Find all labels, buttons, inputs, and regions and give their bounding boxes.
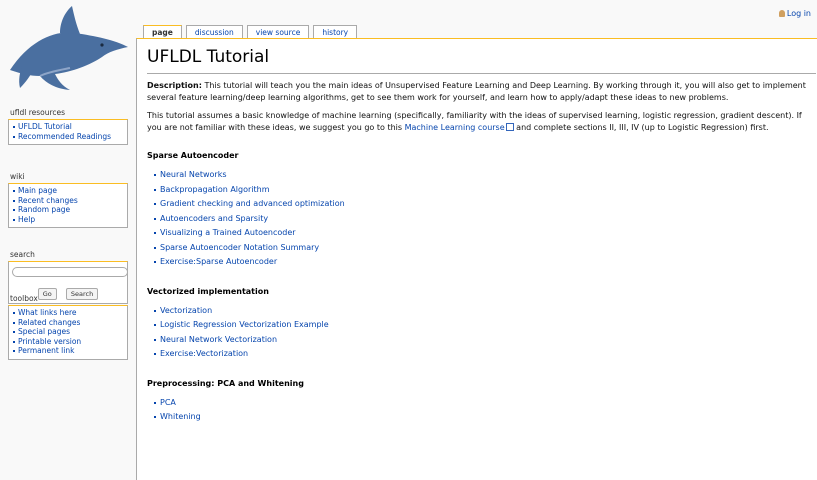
section-heading: Preprocessing: PCA and Whitening bbox=[147, 378, 304, 388]
sidebar-item-random-page[interactable]: Random page bbox=[12, 205, 124, 215]
portlet-toolbox: toolbox What links here Related changes … bbox=[8, 294, 128, 360]
section-heading: Vectorized implementation bbox=[147, 286, 269, 296]
sidebar-item-main-page[interactable]: Main page bbox=[12, 186, 124, 196]
page-title: UFLDL Tutorial bbox=[147, 47, 816, 74]
sidebar-item-permanent-link[interactable]: Permanent link bbox=[12, 346, 124, 356]
section-heading: Sparse Autoencoder bbox=[147, 151, 239, 160]
portlet-body-toolbox: What links here Related changes Special … bbox=[8, 305, 128, 360]
portlet-title-wiki: wiki bbox=[10, 172, 25, 181]
portlet-title-resources: ufldl resources bbox=[10, 108, 66, 117]
list-item-link[interactable]: Exercise:Vectorization bbox=[153, 347, 816, 362]
list-item-link[interactable]: Neural Network Vectorization bbox=[153, 333, 816, 348]
sidebar-item-printable-version[interactable]: Printable version bbox=[12, 337, 124, 347]
prerequisites-text-after: and complete sections II, III, IV (up to… bbox=[513, 123, 769, 132]
portlet-title-search: search bbox=[10, 250, 35, 259]
search-input[interactable] bbox=[12, 267, 128, 277]
sidebar-item-ufldl-tutorial[interactable]: UFLDL Tutorial bbox=[12, 122, 124, 132]
main-content: UFLDL Tutorial Description: This tutoria… bbox=[136, 38, 817, 480]
list-item-link[interactable]: Neural Networks bbox=[153, 168, 816, 183]
user-icon bbox=[778, 10, 785, 17]
sidebar-item-recent-changes[interactable]: Recent changes bbox=[12, 196, 124, 206]
list-item-link[interactable]: Whitening bbox=[153, 410, 816, 425]
tab-discussion[interactable]: discussion bbox=[185, 25, 243, 39]
external-link-icon bbox=[505, 123, 514, 131]
tab-page[interactable]: page bbox=[143, 25, 182, 39]
sidebar-item-recommended-readings[interactable]: Recommended Readings bbox=[12, 132, 124, 142]
description-label: Description: bbox=[147, 81, 202, 90]
portlet-ufldl-resources: ufldl resources UFLDL Tutorial Recommend… bbox=[8, 108, 128, 146]
list-item-link[interactable]: Exercise:Sparse Autoencoder bbox=[153, 255, 816, 270]
machine-learning-course-link[interactable]: Machine Learning course bbox=[405, 123, 514, 132]
list-item-link[interactable]: Sparse Autoencoder Notation Summary bbox=[153, 241, 816, 256]
prerequisites-paragraph: This tutorial assumes a basic knowledge … bbox=[147, 110, 816, 134]
list-item-link[interactable]: PCA bbox=[153, 396, 816, 411]
portlet-body-wiki: Main page Recent changes Random page Hel… bbox=[8, 183, 128, 229]
list-item-link[interactable]: Logistic Regression Vectorization Exampl… bbox=[153, 318, 816, 333]
description-text: This tutorial will teach you the main id… bbox=[147, 81, 806, 102]
tab-view-source[interactable]: view source bbox=[246, 25, 310, 39]
portlet-body-resources: UFLDL Tutorial Recommended Readings bbox=[8, 119, 128, 146]
sidebar-item-related-changes[interactable]: Related changes bbox=[12, 318, 124, 328]
dolphin-logo-icon bbox=[10, 6, 128, 90]
login-label: Log in bbox=[786, 9, 811, 18]
section-sparse-autoencoder: Sparse Autoencoder Neural Networks Backp… bbox=[147, 151, 816, 270]
sidebar-item-what-links-here[interactable]: What links here bbox=[12, 308, 124, 318]
portlet-title-toolbox: toolbox bbox=[10, 294, 38, 303]
list-item-link[interactable]: Visualizing a Trained Autoencoder bbox=[153, 226, 816, 241]
section-vectorized-implementation: Vectorized implementation Vectorization … bbox=[147, 287, 816, 362]
dolphin-logo[interactable] bbox=[0, 0, 140, 100]
login-link[interactable]: Log in bbox=[778, 9, 811, 18]
list-item-link[interactable]: Backpropagation Algorithm bbox=[153, 183, 816, 198]
section-preprocessing: Preprocessing: PCA and Whitening PCA Whi… bbox=[147, 379, 816, 425]
tab-history[interactable]: history bbox=[313, 25, 358, 39]
description-paragraph: Description: This tutorial will teach yo… bbox=[147, 80, 816, 104]
sidebar-item-special-pages[interactable]: Special pages bbox=[12, 327, 124, 337]
list-item-link[interactable]: Vectorization bbox=[153, 304, 816, 319]
machine-learning-course-link-text: Machine Learning course bbox=[404, 123, 505, 132]
list-item-link[interactable]: Autoencoders and Sparsity bbox=[153, 212, 816, 227]
list-item-link[interactable]: Gradient checking and advanced optimizat… bbox=[153, 197, 816, 212]
portlet-wiki: wiki Main page Recent changes Random pag… bbox=[8, 172, 128, 229]
sidebar-item-help[interactable]: Help bbox=[12, 215, 124, 225]
page-tabs: page discussion view source history bbox=[143, 25, 358, 39]
page: Log in page discussion view source histo… bbox=[0, 0, 817, 480]
